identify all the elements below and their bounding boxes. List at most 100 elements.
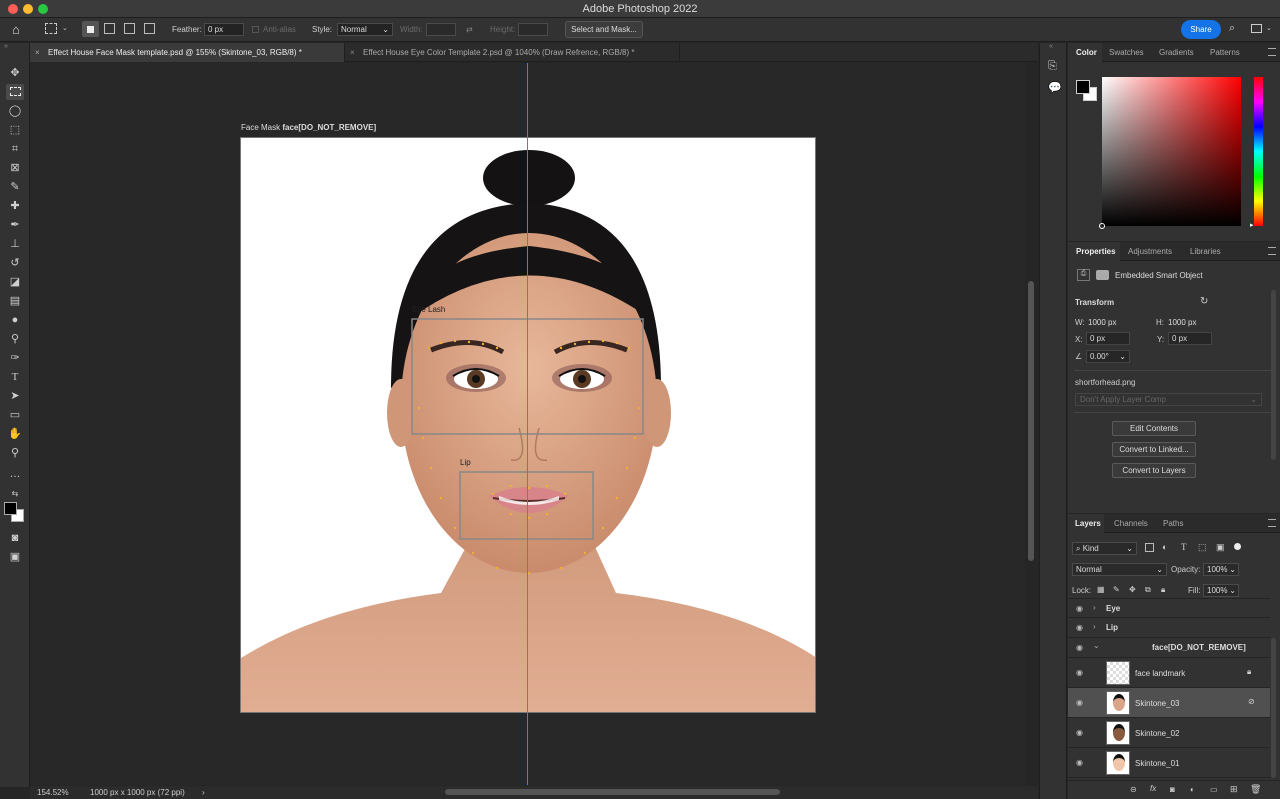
healing-brush-tool-icon[interactable]: ✚ — [6, 198, 24, 214]
y-input[interactable]: 0 px — [1168, 332, 1212, 345]
chevron-right-icon[interactable]: › — [202, 786, 205, 799]
visibility-eye-icon[interactable]: ◉ — [1076, 668, 1083, 677]
width-value[interactable]: 1000 px — [1088, 318, 1116, 327]
minimize-window-button[interactable] — [23, 4, 33, 14]
lasso-tool-icon[interactable]: ◯ — [6, 103, 24, 119]
new-group-icon[interactable]: ▭ — [1210, 785, 1218, 794]
link-layers-icon[interactable]: ⊝ — [1130, 785, 1137, 794]
lock-image-icon[interactable]: ✎ — [1113, 585, 1120, 594]
edit-toolbar-icon[interactable]: … — [6, 466, 24, 482]
zoom-level[interactable]: 154.52% — [37, 786, 69, 799]
panel-menu-icon[interactable] — [1268, 519, 1276, 527]
dodge-tool-icon[interactable]: ⚲ — [6, 331, 24, 347]
tab-face-mask-template[interactable]: × Effect House Face Mask template.psd @ … — [30, 43, 344, 62]
layer-skintone-03[interactable]: ◉ Skintone_03 ⊘ — [1068, 688, 1270, 718]
rectangular-marquee-tool-icon[interactable] — [6, 84, 24, 100]
vertical-scroll-thumb[interactable] — [1028, 281, 1034, 561]
canvas-area[interactable]: Face Mask face[DO_NOT_REMOVE] Eye Lash L… — [31, 63, 1025, 785]
edit-contents-button[interactable]: Edit Contents — [1112, 421, 1196, 436]
chevron-right-icon[interactable]: › — [1093, 622, 1096, 631]
layer-face-landmark[interactable]: ◉ face landmark 🔒︎ — [1068, 658, 1270, 688]
angle-input[interactable]: 0.00° ⌄ — [1086, 350, 1130, 363]
clone-stamp-tool-icon[interactable]: ⊥ — [6, 236, 24, 252]
share-button[interactable]: Share — [1181, 20, 1221, 39]
visibility-eye-icon[interactable]: ◉ — [1076, 758, 1083, 767]
vertical-guide[interactable] — [527, 63, 528, 785]
panel-menu-icon[interactable] — [1268, 48, 1276, 56]
convert-to-linked-button[interactable]: Convert to Linked... — [1112, 442, 1196, 457]
height-input[interactable] — [518, 23, 548, 36]
tab-channels[interactable]: Channels — [1114, 514, 1148, 533]
lock-all-icon[interactable]: 🔒︎ — [1161, 585, 1165, 595]
foreground-color-swatch[interactable] — [1076, 80, 1090, 94]
link-icon[interactable]: ⊘ — [1248, 697, 1255, 706]
path-selection-tool-icon[interactable]: ➤ — [6, 388, 24, 404]
search-icon[interactable]: ⌕ — [1229, 22, 1235, 35]
hue-slider[interactable]: ▸ — [1250, 77, 1263, 229]
add-to-selection-icon[interactable] — [104, 23, 115, 34]
collapse-panel-icon[interactable]: » — [4, 43, 8, 50]
subtract-from-selection-icon[interactable] — [124, 23, 135, 34]
default-colors-icon[interactable]: ⇆ — [6, 486, 24, 502]
add-mask-icon[interactable]: ◙ — [1170, 785, 1175, 794]
fill-input[interactable]: 100% ⌄ — [1203, 584, 1239, 597]
filter-pixel-icon[interactable] — [1145, 543, 1154, 552]
visibility-eye-icon[interactable]: ◉ — [1076, 643, 1083, 652]
tab-layers[interactable]: Layers — [1068, 514, 1104, 533]
feather-input[interactable]: 0 px — [204, 23, 244, 36]
lock-position-icon[interactable]: ✥ — [1129, 585, 1136, 594]
gradient-tool-icon[interactable]: ▤ — [6, 293, 24, 309]
hue-slider-handle[interactable]: ▸ — [1250, 221, 1254, 229]
new-selection-button[interactable] — [82, 21, 99, 37]
tab-properties[interactable]: Properties — [1068, 242, 1120, 261]
marquee-tool-preset-icon[interactable] — [45, 23, 57, 34]
opacity-input[interactable]: 100% ⌄ — [1203, 563, 1239, 576]
blur-tool-icon[interactable]: ● — [6, 312, 24, 328]
type-tool-icon[interactable]: T — [6, 369, 24, 385]
layer-skintone-01[interactable]: ◉ Skintone_01 — [1068, 748, 1270, 778]
vertical-scrollbar[interactable] — [1025, 63, 1038, 785]
zoom-tool-icon[interactable]: ⚲ — [6, 445, 24, 461]
tab-patterns[interactable]: Patterns — [1210, 43, 1240, 62]
chevron-right-icon[interactable]: › — [1093, 603, 1096, 612]
crop-tool-icon[interactable]: ⌗ — [6, 141, 24, 157]
foreground-color-swatch[interactable] — [4, 502, 17, 515]
comments-panel-icon[interactable]: 💬 — [1048, 81, 1062, 94]
horizontal-scroll-thumb[interactable] — [445, 789, 780, 795]
home-icon[interactable]: ⌂ — [12, 22, 20, 37]
intersect-selection-icon[interactable] — [144, 23, 155, 34]
screen-mode-icon[interactable]: ▣ — [6, 549, 24, 565]
close-tab-icon[interactable]: × — [350, 43, 355, 62]
document-canvas[interactable]: Eye Lash Lip — [240, 137, 816, 713]
layer-skintone-02[interactable]: ◉ Skintone_02 — [1068, 718, 1270, 748]
layers-scrollbar[interactable] — [1271, 638, 1276, 778]
filter-toggle-icon[interactable] — [1234, 543, 1241, 550]
tab-color[interactable]: Color — [1068, 43, 1102, 62]
color-picker-handle[interactable] — [1099, 223, 1105, 229]
visibility-eye-icon[interactable]: ◉ — [1076, 623, 1083, 632]
tab-gradients[interactable]: Gradients — [1159, 43, 1194, 62]
properties-scrollbar[interactable] — [1271, 290, 1276, 460]
convert-to-layers-button[interactable]: Convert to Layers — [1112, 463, 1196, 478]
tab-swatches[interactable]: Swatches — [1109, 43, 1144, 62]
layer-comp-select[interactable]: Don't Apply Layer Comp ⌄ — [1075, 393, 1262, 406]
frame-tool-icon[interactable]: ⊠ — [6, 160, 24, 176]
artboard-label[interactable]: Face Mask face[DO_NOT_REMOVE] — [241, 123, 376, 132]
close-window-button[interactable] — [8, 4, 18, 14]
layer-mask-icon[interactable] — [1096, 270, 1109, 280]
filter-shape-icon[interactable]: ⬚ — [1198, 542, 1207, 553]
color-field[interactable] — [1099, 77, 1241, 229]
visibility-eye-icon[interactable]: ◉ — [1076, 728, 1083, 737]
move-tool-icon[interactable]: ✥ — [6, 65, 24, 81]
lock-transparent-icon[interactable]: ▦ — [1097, 585, 1105, 594]
style-select[interactable]: Normal ⌄ — [337, 23, 393, 36]
tab-eye-color-template[interactable]: × Effect House Eye Color Template 2.psd … — [344, 43, 680, 62]
width-input[interactable] — [426, 23, 456, 36]
tab-paths[interactable]: Paths — [1163, 514, 1183, 533]
height-value[interactable]: 1000 px — [1168, 318, 1196, 327]
eyedropper-tool-icon[interactable]: ✎ — [6, 179, 24, 195]
object-selection-tool-icon[interactable]: ⬚ — [6, 122, 24, 138]
brush-tool-icon[interactable]: ✒ — [6, 217, 24, 233]
collapse-panel-icon[interactable]: « — [1049, 43, 1053, 50]
swap-icon[interactable]: ⇄ — [466, 25, 473, 34]
